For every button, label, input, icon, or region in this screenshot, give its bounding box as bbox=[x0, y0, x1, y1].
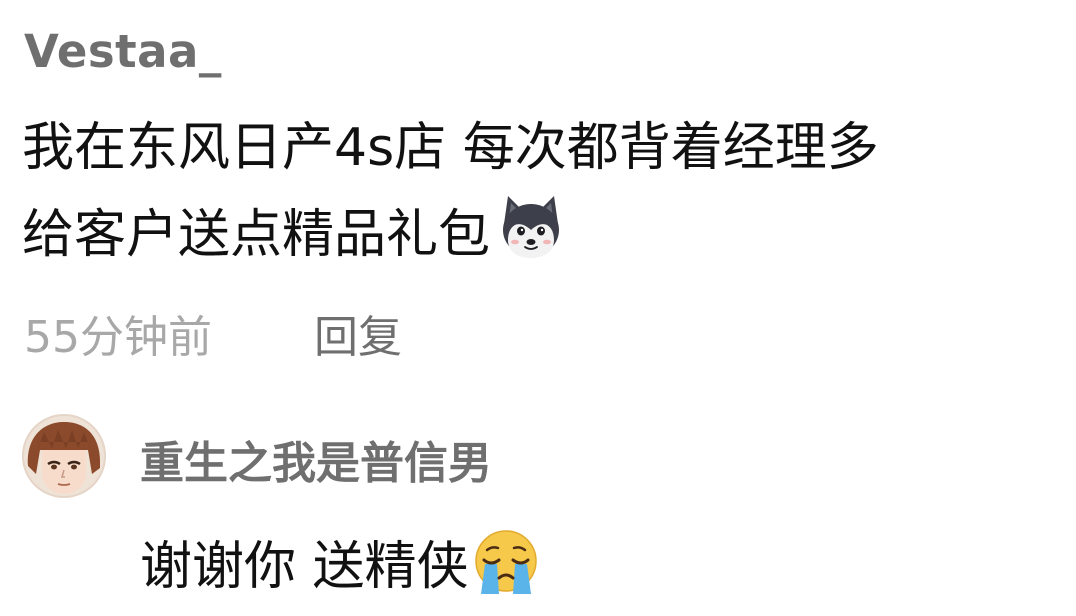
avatar[interactable] bbox=[22, 414, 106, 498]
comment-meta: 55分钟前 回复 bbox=[24, 308, 402, 368]
anime-boy-avatar-icon bbox=[22, 414, 106, 498]
reply-text-content: 谢谢你 送精侠 bbox=[140, 537, 469, 597]
comment-text-line-2: 给客户送点精品礼包 bbox=[22, 190, 1062, 277]
crying-face-icon bbox=[474, 530, 537, 594]
dog-face-icon bbox=[503, 196, 560, 258]
comment-text-line-1: 我在东风日产4s店 每次都背着经理多 bbox=[22, 118, 879, 178]
comment-body: 我在东风日产4s店 每次都背着经理多 给客户送点精品礼包 bbox=[22, 106, 1062, 277]
reply-button[interactable]: 回复 bbox=[314, 308, 402, 368]
comment-username[interactable]: Vestaa_ bbox=[24, 22, 222, 82]
reply-username[interactable]: 重生之我是普信男 bbox=[140, 436, 492, 492]
reply-item: 重生之我是普信男 谢谢你 送精侠 bbox=[22, 414, 1062, 614]
comment-timestamp: 55分钟前 bbox=[24, 312, 212, 363]
comment-text-line-2-content: 给客户送点精品礼包 bbox=[22, 205, 491, 265]
reply-text: 谢谢你 送精侠 bbox=[140, 526, 541, 605]
